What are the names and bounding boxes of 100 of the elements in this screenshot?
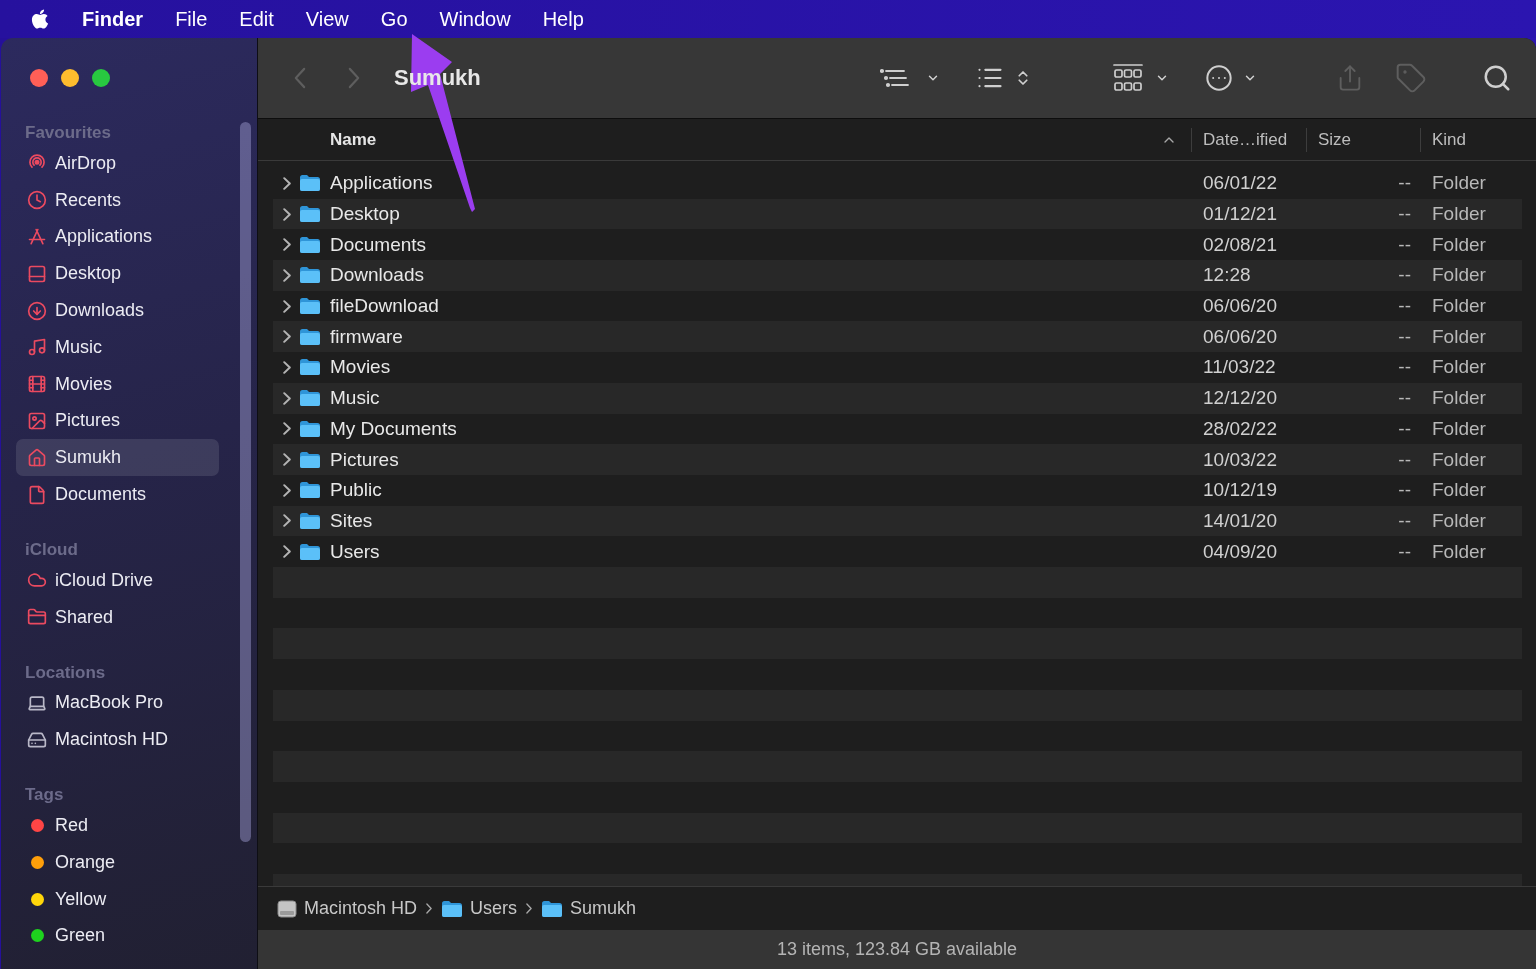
size-cell-text: -- [1397, 509, 1412, 532]
size-cell-text: -- [1397, 479, 1412, 502]
scrollbar[interactable] [240, 122, 251, 842]
tag-icon [1395, 62, 1427, 94]
minimize-button[interactable] [61, 69, 79, 87]
file-name[interactable]: Movies [330, 356, 391, 379]
drive-icon [277, 899, 297, 918]
download-icon [27, 300, 47, 321]
kind-cell-text: Folder [1431, 203, 1487, 226]
sidebar-item[interactable]: AirDrop [16, 145, 219, 182]
date-cell-text: 06/06/20 [1202, 325, 1278, 348]
file-name[interactable]: Sites [330, 509, 373, 532]
folder-icon [541, 899, 564, 918]
size-cell-text: -- [1397, 264, 1412, 287]
zoom-button[interactable] [92, 69, 110, 87]
column-header[interactable]: Size [1306, 127, 1420, 152]
date-cell-text: 04/09/20 [1202, 540, 1278, 563]
file-name[interactable]: My Documents [330, 417, 457, 440]
file-name[interactable]: Music [330, 387, 380, 410]
date-cell-text: 06/01/22 [1202, 172, 1278, 195]
kind-cell-text: Folder [1431, 448, 1487, 471]
menu-item[interactable]: File [159, 3, 224, 35]
sidebar-item[interactable]: MacBook Pro [16, 684, 219, 722]
file-name[interactable]: Pictures [330, 448, 399, 471]
kind-cell-text: Folder [1431, 540, 1487, 563]
folder-icon [27, 607, 47, 628]
folder-icon [299, 389, 321, 408]
path-segment[interactable]: Sumukh [541, 898, 637, 919]
chevron-left-icon [294, 67, 306, 89]
column-header[interactable]: Date…ified [1191, 127, 1306, 152]
file-name[interactable]: Documents [330, 233, 427, 256]
date-cell-text: 12/12/20 [1202, 387, 1278, 410]
sidebar-item[interactable]: Yellow [16, 880, 219, 918]
sidebar-item[interactable]: Desktop [16, 255, 219, 293]
chevron-right-icon [348, 67, 360, 89]
image-icon [27, 410, 47, 431]
sidebar-item[interactable]: Sumukh [16, 439, 219, 477]
home-icon [27, 447, 47, 468]
section-heading: iCloud [24, 538, 79, 561]
search-icon [1482, 63, 1512, 93]
folder-icon [299, 174, 321, 193]
folder-icon [299, 235, 321, 254]
folder-icon [299, 358, 321, 377]
clock-icon [27, 190, 47, 211]
size-cell-text: -- [1397, 540, 1412, 563]
kind-cell-text: Folder [1431, 264, 1487, 287]
kind-cell-text: Folder [1431, 479, 1487, 502]
menu-item[interactable]: Window [423, 3, 527, 35]
date-cell-text: 11/03/22 [1202, 356, 1277, 379]
section-heading: Tags [24, 784, 65, 807]
date-cell-text: 12:28 [1202, 264, 1252, 287]
sidebar-item[interactable]: iCloud Drive [16, 561, 219, 599]
kind-cell-text: Folder [1431, 356, 1487, 379]
sidebar-item[interactable]: Red [16, 807, 219, 844]
folder-icon [299, 266, 321, 285]
menu-item[interactable]: Help [526, 3, 600, 35]
column-header[interactable]: Kind [1420, 127, 1521, 152]
sidebar-item[interactable]: Green [16, 917, 219, 955]
status-text: 13 items, 123.84 GB available [776, 939, 1018, 960]
file-name[interactable]: Desktop [330, 203, 400, 226]
kind-cell-text: Folder [1431, 172, 1487, 195]
sidebar-item[interactable]: Applications [16, 218, 219, 256]
file-name[interactable]: Applications [330, 172, 433, 195]
sidebar-item[interactable]: Music [16, 329, 219, 366]
sidebar-item[interactable]: Macintosh HD [16, 721, 219, 759]
kind-cell-text: Folder [1431, 509, 1487, 532]
list-icon [880, 68, 910, 88]
sidebar-item[interactable]: Pictures [16, 402, 219, 440]
menu-item[interactable]: Edit [223, 3, 290, 35]
size-cell-text: -- [1397, 387, 1412, 410]
file-name[interactable]: firmware [330, 325, 403, 348]
date-cell-text: 02/08/21 [1202, 233, 1278, 256]
file-name[interactable]: fileDownload [330, 295, 439, 318]
size-cell-text: -- [1397, 417, 1412, 440]
section-heading: Favourites [24, 122, 112, 144]
sidebar-item[interactable]: Shared [16, 598, 219, 636]
size-cell-text: -- [1397, 203, 1412, 226]
sidebar-item[interactable]: Downloads [16, 292, 219, 329]
path-segment[interactable]: Users [441, 898, 518, 919]
folder-icon [299, 481, 321, 500]
sidebar-item[interactable]: Recents [16, 181, 219, 219]
close-button[interactable] [30, 69, 48, 87]
folder-icon [299, 297, 321, 316]
folder-icon [299, 327, 321, 346]
menu-item[interactable]: View [289, 3, 365, 35]
sidebar-item[interactable]: Movies [16, 365, 219, 403]
folder-icon [299, 542, 321, 561]
size-cell-text: -- [1397, 172, 1412, 195]
sidebar-item[interactable]: Documents [16, 476, 219, 513]
sidebar-item[interactable]: Orange [16, 843, 219, 881]
document-icon [27, 484, 47, 505]
date-cell-text: 10/12/19 [1202, 479, 1278, 502]
menu-item[interactable]: Go [364, 3, 424, 35]
file-name[interactable]: Public [330, 479, 382, 502]
panel-icon [27, 263, 47, 284]
file-name[interactable]: Downloads [330, 264, 424, 287]
path-segment[interactable]: Macintosh HD [277, 898, 418, 919]
app-menu[interactable]: Finder [66, 3, 160, 35]
apple-icon[interactable] [29, 8, 51, 30]
file-name[interactable]: Users [330, 540, 380, 563]
